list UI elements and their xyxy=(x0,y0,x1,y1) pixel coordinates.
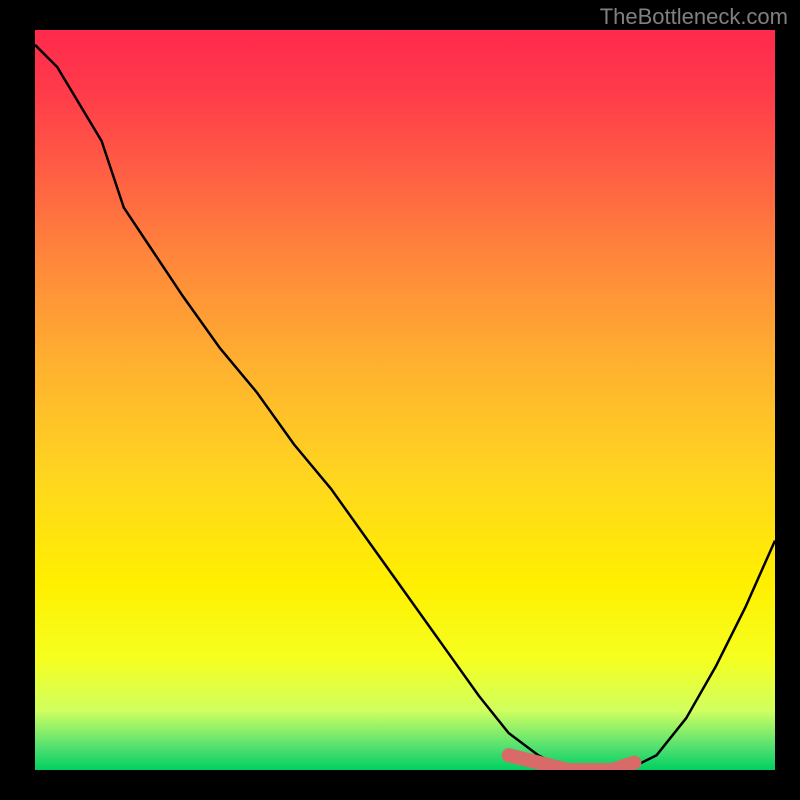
plot-area xyxy=(35,30,775,770)
chart-container: TheBottleneck.com xyxy=(0,0,800,800)
watermark-text: TheBottleneck.com xyxy=(600,4,788,30)
chart-svg xyxy=(35,30,775,770)
highlight-curve-line xyxy=(509,755,635,770)
main-curve-line xyxy=(35,45,775,770)
